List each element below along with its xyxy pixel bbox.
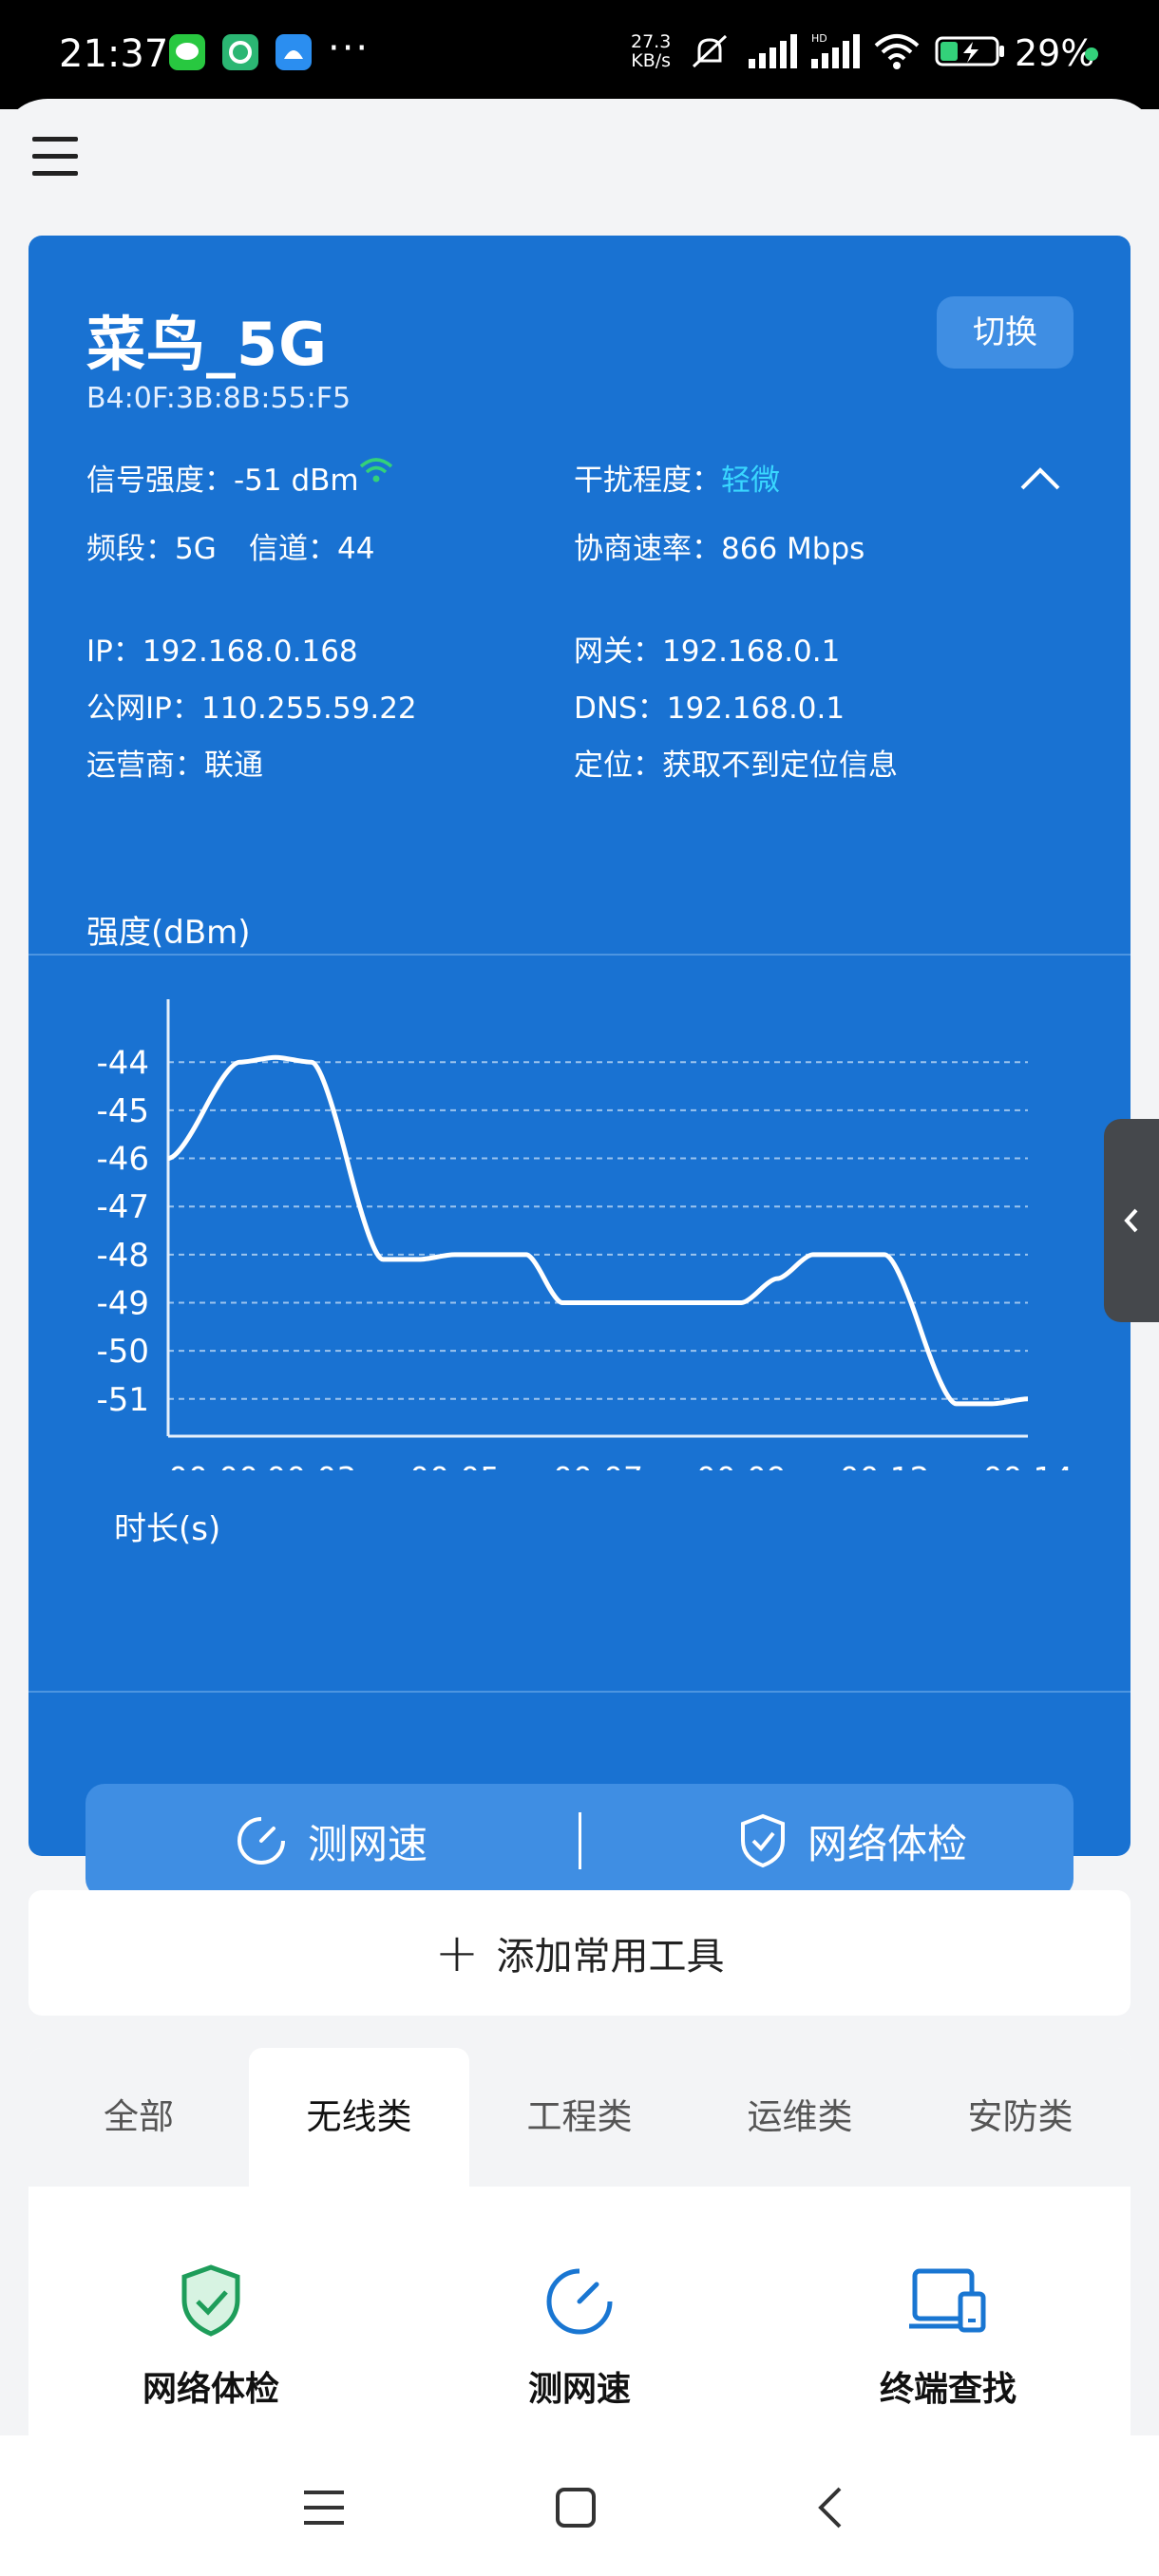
negotiated-rate: 协商速率：866 Mbps [574, 532, 865, 566]
more-notifications-icon: ··· [328, 27, 370, 70]
add-common-tools-button[interactable]: + 添加常用工具 [28, 1890, 1130, 2016]
tool-health-check[interactable]: 网络体检 [68, 2259, 353, 2411]
shield-check-icon [741, 1813, 785, 1868]
x-tick-label: 00:07 [553, 1460, 643, 1470]
system-nav-bar [0, 2435, 1159, 2576]
tool-category-tabs: 全部 无线类 工程类 运维类 安防类 [28, 2048, 1130, 2187]
tab-engineering[interactable]: 工程类 [469, 2048, 690, 2187]
tool-device-finder[interactable]: 终端查找 [806, 2259, 1091, 2411]
chevron-up-icon[interactable] [1016, 462, 1064, 494]
x-tick-label: 00:09 [696, 1460, 787, 1470]
svg-text:HD: HD [811, 32, 827, 45]
devices-icon [909, 2268, 986, 2333]
speed-test-button[interactable]: 测网速 [234, 1784, 428, 1898]
actions-separator [579, 1812, 581, 1869]
tab-security[interactable]: 安防类 [910, 2048, 1130, 2187]
battery-percent: 29% [1015, 32, 1095, 74]
signal-strength: 信号强度：-51 dBm [86, 464, 359, 498]
recent-apps-icon[interactable] [302, 2489, 346, 2527]
ip-info: IP：192.168.0.168 [86, 635, 358, 669]
band-info: 频段：5G [86, 532, 217, 566]
dns-info: DNS：192.168.0.1 [574, 691, 846, 726]
x-tick-label: 00:00 [168, 1460, 258, 1470]
message-app-icon [169, 34, 205, 70]
y-tick-label: -47 [96, 1188, 149, 1226]
wifi-icon [874, 34, 920, 69]
chart-title: 强度(dBm) [86, 914, 251, 952]
tools-panel: 全部 无线类 工程类 运维类 安防类 网络体检 测网速 终端查找 [28, 2048, 1130, 2435]
isp-info: 运营商：联通 [86, 748, 263, 783]
page-body: 菜鸟_5G B4:0F:3B:8B:55:F5 切换 信号强度：-51 dBm … [0, 99, 1159, 2435]
switch-button[interactable]: 切换 [937, 296, 1074, 369]
wechat-style-app-icon [222, 34, 258, 70]
status-time: 21:37 [59, 32, 169, 76]
chevron-left-icon [1124, 1208, 1138, 1233]
y-tick-label: -50 [96, 1333, 149, 1371]
tool-speed-test[interactable]: 测网速 [437, 2259, 722, 2411]
x-tick-label: 00:12 [840, 1460, 930, 1470]
speedometer-icon [238, 1817, 285, 1865]
divider [28, 954, 1130, 956]
divider [28, 1691, 1130, 1693]
y-tick-label: -49 [96, 1285, 149, 1323]
x-tick-label: 00:03 [266, 1460, 356, 1470]
signal-icon [749, 34, 797, 68]
wifi-ssid: 菜鸟_5G [86, 310, 329, 379]
y-tick-label: -46 [96, 1141, 149, 1179]
y-tick-label: -45 [96, 1092, 149, 1130]
privacy-indicator [1085, 47, 1098, 61]
x-tick-label: 00:14 [982, 1460, 1073, 1470]
quick-actions-bar: 测网速 网络体检 [86, 1784, 1074, 1898]
signal-strength-chart: -44 -45 -46 -47 -48 -49 -50 -51 00:00 00:03 00:05 0… [96, 999, 1074, 1470]
tab-wireless[interactable]: 无线类 [249, 2048, 469, 2187]
mute-bell-icon [692, 34, 728, 68]
plus-icon: + [434, 1922, 480, 1984]
interference-level: 干扰程度：轻微 [574, 464, 780, 498]
side-drawer-handle[interactable] [1104, 1119, 1159, 1322]
public-ip-info: 公网IP：110.255.59.22 [86, 691, 417, 726]
status-bar: 21:37 ··· 27.3 KB/s HD 29% [0, 0, 1159, 109]
home-icon[interactable] [555, 2487, 597, 2529]
battery-charging-icon [935, 36, 1004, 66]
y-tick-label: -51 [96, 1381, 149, 1419]
health-check-button[interactable]: 网络体检 [737, 1784, 967, 1898]
tab-all[interactable]: 全部 [28, 2048, 249, 2187]
series-line [167, 1054, 1029, 1407]
hd-signal-icon: HD [811, 32, 860, 68]
wifi-bssid: B4:0F:3B:8B:55:F5 [86, 382, 352, 415]
wifi-info-card: 菜鸟_5G B4:0F:3B:8B:55:F5 切换 信号强度：-51 dBm … [28, 236, 1130, 1898]
y-tick-label: -48 [96, 1237, 149, 1275]
x-tick-label: 00:05 [409, 1460, 500, 1470]
tab-operations[interactable]: 运维类 [690, 2048, 910, 2187]
menu-icon[interactable] [32, 137, 80, 179]
chart-x-axis-label: 时长(s) [114, 1510, 221, 1548]
y-tick-label: -44 [96, 1044, 149, 1082]
android-app-icon [276, 34, 312, 70]
gateway-info: 网关：192.168.0.1 [574, 635, 841, 669]
speedometer-icon [546, 2268, 613, 2335]
wifi-strength-icon [359, 458, 393, 483]
shield-check-icon [181, 2264, 240, 2337]
location-info: 定位：获取不到定位信息 [574, 748, 898, 783]
network-speed: 27.3 KB/s [631, 31, 672, 71]
channel-info: 信道：44 [249, 532, 375, 566]
back-icon[interactable] [813, 2485, 847, 2530]
